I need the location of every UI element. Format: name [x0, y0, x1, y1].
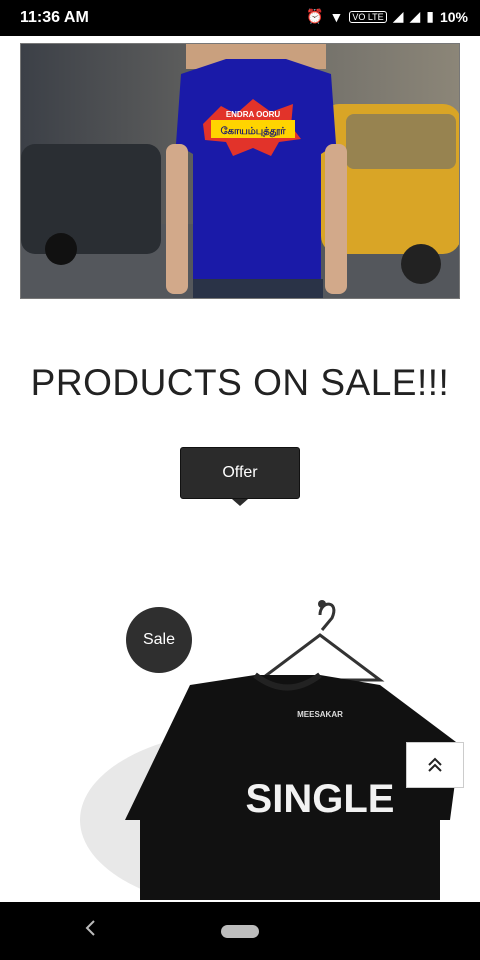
- volte-icon: VO LTE: [349, 10, 387, 23]
- product-image: MEESAKAR SINGLE: [20, 580, 460, 900]
- alarm-icon: ⏰: [306, 8, 324, 24]
- home-pill-icon[interactable]: [221, 925, 259, 938]
- battery-percent: 10%: [439, 8, 468, 25]
- hero-banner[interactable]: ENDRA OORU கோயம்புத்தூர்: [20, 43, 460, 299]
- back-icon[interactable]: [84, 918, 104, 944]
- product-brand: MEESAKAR: [297, 710, 343, 719]
- wifi-icon: ▼: [329, 8, 344, 25]
- double-chevron-up-icon: [428, 757, 442, 772]
- signal-icon-2: ◢: [409, 8, 421, 24]
- offer-pointer: [232, 499, 248, 506]
- hero-print-main: கோயம்புத்தூர்: [220, 125, 286, 137]
- status-icons: ⏰ ▼ VO LTE ◢ ◢ ▮ 10%: [306, 8, 468, 25]
- signal-icon: ◢: [392, 8, 404, 24]
- scroll-to-top-button[interactable]: [406, 742, 464, 788]
- product-card-image[interactable]: MEESAKAR SINGLE: [20, 580, 460, 900]
- product-shirt-text: SINGLE: [246, 777, 395, 821]
- sale-badge: Sale: [126, 607, 192, 673]
- section-title: PRODUCTS ON SALE!!!: [30, 362, 450, 403]
- battery-icon: ▮: [426, 8, 434, 24]
- offer-button[interactable]: Offer: [180, 447, 300, 499]
- hero-print-top: ENDRA OORU: [226, 110, 281, 119]
- status-bar: 11:36 AM ⏰ ▼ VO LTE ◢ ◢ ▮ 10%: [0, 0, 480, 36]
- hero-image: ENDRA OORU கோயம்புத்தூர்: [21, 44, 459, 298]
- status-time: 11:36 AM: [20, 9, 89, 26]
- system-nav-bar: [0, 902, 480, 960]
